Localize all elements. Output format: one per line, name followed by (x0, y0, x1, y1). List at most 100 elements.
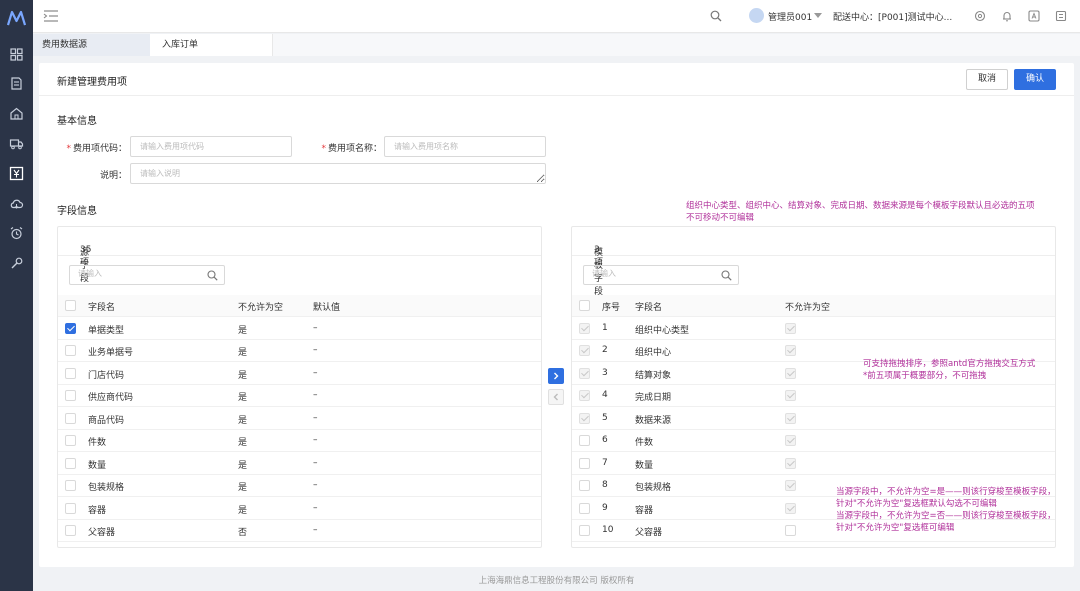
table-row[interactable]: 6 件数 (572, 430, 1055, 452)
search-icon[interactable] (721, 270, 732, 281)
field-name: 单据类型 (88, 325, 125, 336)
tab-cost-datasource[interactable]: 费用数据源 (33, 34, 150, 56)
table-row[interactable]: 父容器 否 – (58, 520, 541, 542)
default-value: – (313, 322, 318, 333)
table-row[interactable]: 件数 是 – (58, 430, 541, 452)
template-search[interactable] (583, 265, 739, 285)
user-name[interactable]: 管理员001 (768, 10, 812, 23)
menu-fold-icon[interactable] (43, 9, 59, 23)
dashboard-icon[interactable] (9, 47, 24, 62)
annotation-line: 可支持拖拽排序，参照antd官方拖拽交互方式 (863, 359, 1036, 369)
tab-inbound-order[interactable]: 入库订单 (150, 34, 273, 56)
caret-down-icon[interactable] (814, 13, 822, 18)
source-search-input[interactable] (78, 269, 198, 278)
table-row[interactable]: 供应商代码 是 – (58, 385, 541, 407)
select-all-checkbox[interactable] (579, 300, 590, 311)
row-checkbox[interactable] (65, 345, 76, 356)
row-checkbox[interactable] (65, 457, 76, 469)
not-null-checkbox (785, 435, 796, 446)
table-row[interactable]: 容器 是 – (58, 498, 541, 520)
column-header-name: 字段名 (635, 303, 663, 313)
row-checkbox (579, 345, 590, 356)
row-checkbox[interactable] (65, 502, 76, 514)
distribution-center-label[interactable]: 配送中心：[P001]测试中心... (833, 10, 952, 23)
default-value: – (313, 457, 318, 468)
row-checkbox[interactable] (65, 322, 76, 334)
table-row[interactable]: 单据类型 是 – (58, 318, 541, 340)
template-panel-header: 3 项 模板字段 (572, 227, 1055, 297)
row-index: 8 (602, 480, 608, 490)
avatar[interactable] (749, 8, 764, 23)
field-name: 门店代码 (88, 370, 125, 381)
row-checkbox[interactable] (65, 525, 76, 536)
row-checkbox[interactable] (579, 480, 590, 491)
row-checkbox[interactable] (579, 435, 590, 446)
confirm-button[interactable]: 确认 (1014, 69, 1056, 90)
page-title: 新建管理费用项 (57, 77, 127, 88)
select-all-checkbox[interactable] (65, 300, 76, 311)
column-header-not-null: 不允许为空 (238, 303, 284, 313)
table-row[interactable]: 包装规格 是 – (58, 475, 541, 497)
move-left-button[interactable] (548, 389, 564, 405)
row-checkbox (579, 390, 590, 401)
row-index: 4 (602, 390, 608, 400)
not-null-value: 是 (238, 415, 248, 426)
finance-icon[interactable] (9, 166, 24, 181)
field-info-title: 字段信息 (57, 206, 97, 217)
not-null-checkbox[interactable] (785, 525, 796, 536)
name-label: * 费用项名称： (305, 141, 382, 154)
tab-bar: 费用数据源 入库订单 (33, 34, 1080, 56)
cloud-icon[interactable] (9, 196, 24, 211)
move-right-button[interactable] (548, 368, 564, 384)
table-row[interactable]: 商品代码 是 – (58, 408, 541, 430)
cost-code-input[interactable] (130, 136, 292, 157)
settings-icon[interactable] (974, 10, 986, 22)
row-checkbox[interactable] (579, 502, 590, 514)
code-label-text: 费用项代码： (72, 144, 127, 154)
row-index: 9 (602, 502, 608, 513)
language-icon[interactable] (1028, 10, 1040, 22)
annotation-line: 针对"不允许为空"复选框可编辑 (836, 523, 955, 533)
chevron-right-icon (554, 372, 559, 380)
row-checkbox[interactable] (65, 390, 76, 401)
source-search[interactable] (69, 265, 225, 285)
template-search-input[interactable] (592, 269, 712, 278)
not-null-value: 是 (238, 325, 248, 336)
row-checkbox[interactable] (65, 435, 76, 446)
source-table-header: 字段名 不允许为空 默认值 (58, 295, 541, 317)
table-row[interactable]: 业务单据号 是 – (58, 340, 541, 362)
alarm-icon[interactable] (9, 226, 24, 241)
cancel-button[interactable]: 取消 (966, 69, 1008, 90)
table-row[interactable]: 门店代码 是 – (58, 363, 541, 385)
main-card: 新建管理费用项 取消 确认 基本信息 *费用项代码： *费用项名称： 说明： 字… (39, 63, 1074, 567)
field-name: 组织中心类型 (635, 325, 690, 336)
row-checkbox[interactable] (65, 367, 76, 379)
truck-icon[interactable] (9, 136, 24, 151)
not-null-checkbox (785, 412, 796, 424)
search-icon[interactable] (710, 10, 722, 22)
column-header-index: 序号 (602, 303, 621, 313)
table-row[interactable]: 数量 是 – (58, 453, 541, 475)
table-row: 4 完成日期 (572, 385, 1055, 407)
field-name: 业务单据号 (88, 348, 134, 358)
bell-icon[interactable] (1001, 10, 1013, 22)
name-label-text: 费用项名称： (327, 144, 382, 154)
annotation-not-null-rule: 当源字段中，不允许为空=是——则该行穿梭至模板字段， 针对"不允许为空"复选框默… (836, 486, 1056, 534)
table-row[interactable]: 7 数量 (572, 453, 1055, 475)
home-icon[interactable] (9, 106, 24, 121)
default-value: – (313, 525, 318, 535)
field-name: 数量 (635, 460, 654, 471)
logout-icon[interactable] (1055, 10, 1067, 22)
search-icon[interactable] (207, 270, 218, 281)
not-null-checkbox (785, 345, 796, 356)
tool-icon[interactable] (9, 256, 24, 271)
cost-name-input[interactable] (384, 136, 546, 157)
row-checkbox[interactable] (65, 412, 76, 424)
field-name: 包装规格 (88, 483, 125, 493)
row-checkbox[interactable] (65, 480, 76, 491)
document-icon[interactable] (9, 76, 24, 91)
description-textarea[interactable] (130, 163, 546, 184)
row-checkbox[interactable] (579, 457, 590, 469)
row-checkbox[interactable] (579, 525, 590, 536)
sidebar (0, 0, 33, 591)
